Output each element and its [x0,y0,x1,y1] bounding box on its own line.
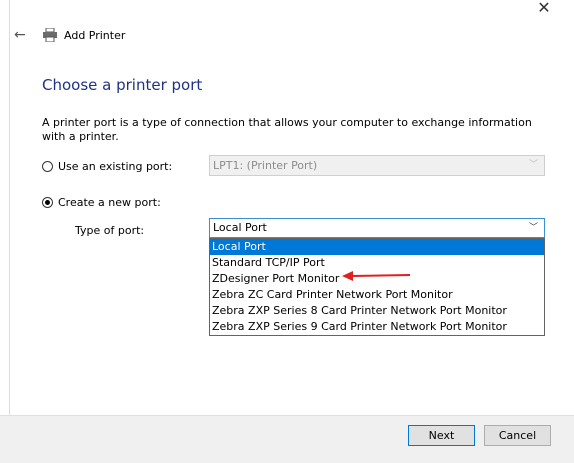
window-title: Add Printer [64,28,126,42]
existing-port-value: LPT1: (Printer Port) [213,159,318,172]
port-type-select[interactable]: Local Port ﹀ [209,218,545,238]
cancel-button[interactable]: Cancel [484,425,551,446]
dropdown-option-local-port[interactable]: Local Port [210,239,544,255]
dropdown-option-zebra-zc-card[interactable]: Zebra ZC Card Printer Network Port Monit… [210,287,544,303]
new-port-label: Create a new port: [58,196,161,209]
port-type-value: Local Port [213,221,267,234]
close-icon[interactable]: ✕ [536,0,552,16]
page-heading: Choose a printer port [42,76,203,94]
chevron-down-icon[interactable]: ﹀ [529,219,538,237]
port-type-label: Type of port: [75,224,145,237]
wizard-header: ← Add Printer [14,26,125,44]
annotation-arrow-icon [342,271,411,281]
back-arrow-icon[interactable]: ← [14,27,28,43]
create-new-port-option[interactable]: Create a new port: [42,196,161,209]
existing-port-select: LPT1: (Printer Port) ﹀ [209,155,545,176]
page-description: A printer port is a type of connection t… [42,116,532,143]
new-port-radio[interactable] [42,197,53,208]
existing-port-radio[interactable] [42,161,53,172]
printer-icon [43,28,57,42]
existing-port-label: Use an existing port: [58,160,173,173]
chevron-down-icon: ﹀ [528,160,538,170]
port-type-dropdown-list: Local Port Standard TCP/IP Port ZDesigne… [209,238,545,336]
dropdown-option-zebra-zxp-series-9[interactable]: Zebra ZXP Series 9 Card Printer Network … [210,319,544,335]
background-window-edge [0,0,10,462]
add-printer-window: ✕ ← Add Printer Choose a printer port A … [0,0,574,463]
dropdown-option-standard-tcpip-port[interactable]: Standard TCP/IP Port [210,255,544,271]
dropdown-option-zebra-zxp-series-8[interactable]: Zebra ZXP Series 8 Card Printer Network … [210,303,544,319]
next-button[interactable]: Next [408,425,475,446]
use-existing-port-option[interactable]: Use an existing port: [42,160,172,173]
